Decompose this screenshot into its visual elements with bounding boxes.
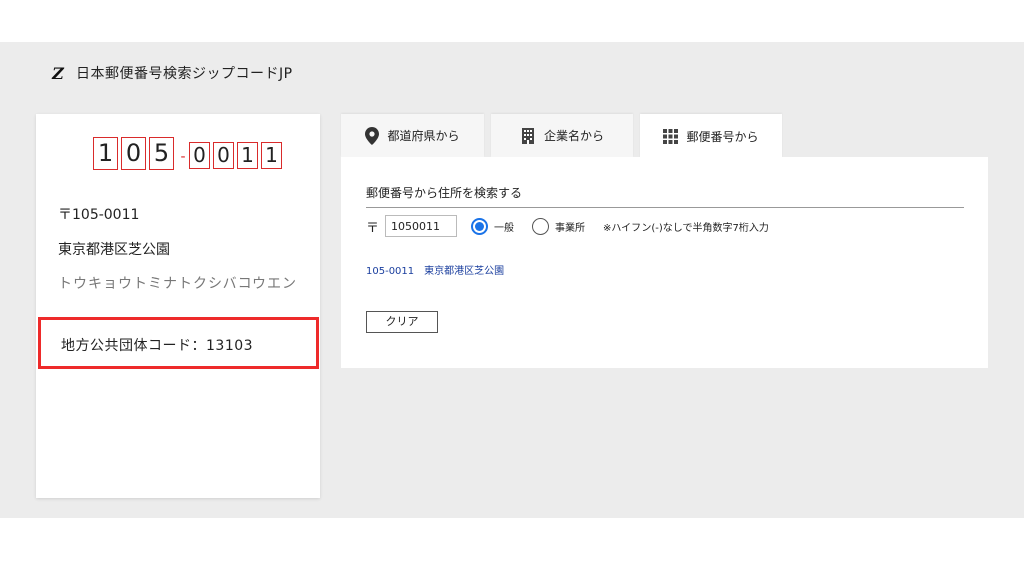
zip-digit-display: 1 0 5 - 0 0 1 1 [93,137,285,170]
radio-general-label[interactable]: 一般 [494,219,514,234]
building-icon [521,128,534,144]
search-row: 〒 一般 事業所 ※ハイフン(-)なしで半角数字7桁入力 [366,215,769,237]
zip-digit: 0 [189,142,210,169]
tab-company-label: 企業名から [543,129,604,143]
radio-general[interactable] [471,217,488,235]
tab-prefecture-label: 都道府県から [387,129,460,143]
search-heading: 郵便番号から住所を検索する [366,184,964,208]
footer-strip [0,518,1024,561]
local-gov-code-text: 地方公共団体コード：13103 [61,338,254,354]
clear-button[interactable]: クリア [366,311,438,333]
grid-icon [663,128,679,144]
tab-postal-code-label: 郵便番号から [686,129,759,144]
radio-business[interactable] [532,217,549,235]
zip-digit: 1 [237,142,258,169]
site-title[interactable]: 日本郵便番号検索ジップコードJP [76,63,293,83]
site-header[interactable]: Z 日本郵便番号検索ジップコードJP [50,63,293,83]
zip-digit: 5 [149,137,174,170]
result-link[interactable]: 105-0011 東京都港区芝公園 [366,262,504,277]
zip-code-text: 〒105-0011 [58,207,140,223]
map-pin-icon [365,126,380,145]
tab-company[interactable]: 企業名から [491,114,633,157]
tab-prefecture[interactable]: 都道府県から [341,114,484,157]
radio-business-label[interactable]: 事業所 [555,219,585,234]
zip-code-input[interactable] [385,215,457,237]
address-text: 東京都港区芝公園 [58,242,170,258]
tab-postal-code[interactable]: 郵便番号から [640,114,782,158]
postal-mark-icon: 〒 [366,220,380,236]
input-hint: ※ハイフン(-)なしで半角数字7桁入力 [603,222,769,234]
zip-digit: 1 [261,142,282,169]
search-panel: 郵便番号から住所を検索する 〒 一般 事業所 ※ハイフン(-)なしで半角数字7桁… [341,157,988,368]
zip-digit: 1 [93,137,118,170]
zip-digit: 0 [121,137,146,170]
local-gov-code-highlight: 地方公共団体コード：13103 [38,317,319,369]
result-card: 1 0 5 - 0 0 1 1 〒105-0011 東京都港区芝公園 トウキョウ… [36,114,320,498]
top-bar [0,0,1024,42]
zip-digit-separator: - [180,149,186,165]
zip-digit: 0 [213,142,234,169]
address-kana-text: トウキョウトミナトクシバコウエン [58,276,298,292]
zip-logo-icon: Z [52,63,64,83]
